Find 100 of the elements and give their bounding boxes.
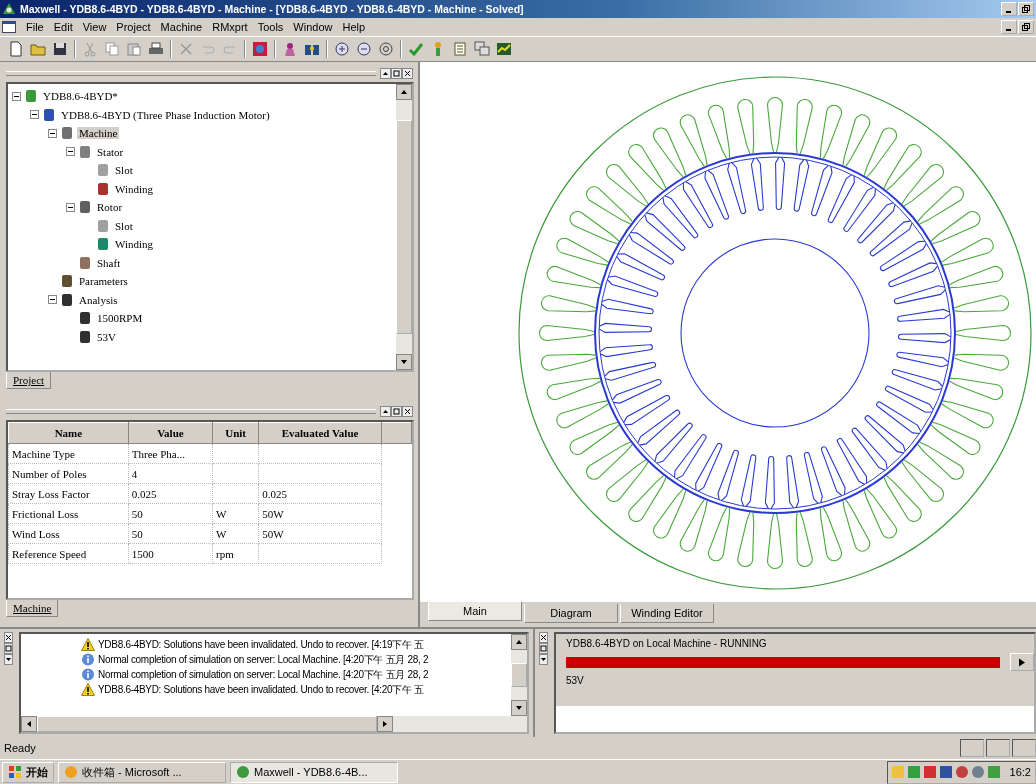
tree-item[interactable]: 53V — [95, 330, 118, 343]
tree-node-icon — [60, 292, 74, 307]
printer-icon[interactable] — [148, 41, 164, 57]
start-button[interactable]: 开始 — [2, 761, 54, 783]
view-tab[interactable]: Winding Editor — [620, 604, 714, 623]
table-cell: 50 — [128, 523, 213, 544]
windows-icon[interactable] — [474, 41, 490, 57]
tree-item[interactable]: Shaft — [95, 256, 123, 269]
tree-item[interactable]: Analysis — [77, 293, 120, 306]
table-cell: Three Pha... — [128, 443, 213, 464]
scroll-thumb[interactable] — [396, 119, 412, 335]
menu-item[interactable]: Project — [116, 21, 151, 33]
play-icon — [1018, 657, 1026, 667]
minimize-button[interactable] — [1001, 2, 1017, 16]
check-icon[interactable] — [408, 41, 424, 57]
table-cell: 1500 — [128, 543, 213, 564]
folder-icon[interactable] — [30, 41, 46, 57]
menu-item[interactable]: File — [26, 21, 44, 33]
project-tab[interactable]: Project — [6, 372, 52, 389]
document-icon[interactable] — [2, 21, 16, 33]
menu-item[interactable]: Tools — [257, 21, 284, 33]
table-cell: 50W — [258, 523, 382, 544]
tree-node-icon — [78, 311, 92, 326]
warning-icon — [81, 683, 95, 696]
zoom-in-icon[interactable] — [334, 41, 350, 57]
menu-item[interactable]: Edit — [53, 21, 73, 33]
restore-button[interactable] — [1018, 2, 1034, 16]
pane-buttons-icon[interactable] — [380, 405, 414, 417]
taskbar-button[interactable]: 收件箱 - Microsoft ... — [58, 761, 226, 783]
menu-item[interactable]: Window — [293, 21, 333, 33]
info-icon — [81, 668, 95, 681]
paste-icon[interactable] — [126, 41, 142, 57]
view-tab[interactable]: Diagram — [524, 604, 618, 623]
menu-item[interactable]: Machine — [160, 21, 203, 33]
collapse-icon[interactable] — [66, 147, 75, 157]
table-cell: Frictional Loss — [8, 503, 129, 524]
scroll-left-button[interactable] — [21, 716, 37, 732]
tree-item[interactable]: YDB8.6-4BYD* — [41, 90, 120, 103]
info-icon — [81, 653, 95, 666]
tree-item[interactable]: Winding — [113, 182, 156, 195]
record-icon[interactable] — [252, 41, 268, 57]
taskbar-button[interactable]: Maxwell - YDB8.6-4B... — [230, 761, 398, 783]
target-icon[interactable] — [378, 41, 394, 57]
new-page-icon[interactable] — [8, 41, 24, 57]
scroll-down-button[interactable] — [511, 700, 527, 716]
pane-buttons-icon[interactable] — [380, 67, 414, 79]
tree-node-icon — [42, 107, 56, 122]
scroll-up-button[interactable] — [396, 84, 412, 100]
scroll-thumb[interactable] — [511, 662, 527, 688]
scroll-down-button[interactable] — [396, 354, 412, 370]
tree-item[interactable]: Rotor — [95, 201, 125, 214]
message-text: Normal completion of simulation on server: Local Machine. [4:20下午 五月 28, 2 — [98, 652, 429, 667]
tree-item[interactable]: Parameters — [77, 275, 130, 288]
column-header[interactable]: Evaluated Value — [258, 422, 382, 444]
menu-item[interactable]: Help — [342, 21, 366, 33]
progress-title: YDB8.6-4BYD on Local Machine - RUNNING — [566, 638, 768, 649]
collapse-icon[interactable] — [12, 91, 21, 101]
tree-item[interactable]: Slot — [113, 164, 135, 177]
menu-item[interactable]: View — [82, 21, 107, 33]
table-cell — [212, 463, 259, 484]
collapse-icon[interactable] — [66, 202, 75, 212]
restore-button[interactable] — [1018, 20, 1034, 34]
table-cell: 4 — [128, 463, 213, 484]
message-text: YDB8.6-4BYD: Solutions have been invalidated. Undo to recover. [4:19下午 五 — [98, 637, 424, 652]
scroll-up-button[interactable] — [511, 634, 527, 650]
tree-item[interactable]: YDB8.6-4BYD (Three Phase Induction Motor) — [59, 108, 272, 121]
tree-item[interactable]: Machine — [77, 127, 120, 140]
view-tab[interactable]: Main — [428, 602, 522, 621]
scroll-right-button[interactable] — [377, 716, 393, 732]
tree-item[interactable]: Stator — [95, 145, 126, 158]
table-cell: 50W — [258, 503, 382, 524]
play-button[interactable] — [1010, 653, 1034, 671]
table-cell: Wind Loss — [8, 523, 129, 544]
tree-node-icon — [60, 126, 74, 141]
minimize-button[interactable] — [1001, 20, 1017, 34]
table-cell — [212, 483, 259, 504]
status-text: Ready — [4, 742, 36, 754]
pane-buttons-icon[interactable] — [539, 632, 548, 666]
warning-icon — [81, 638, 95, 651]
scroll-thumb[interactable] — [37, 716, 377, 732]
zoom-out-icon[interactable] — [356, 41, 372, 57]
menu-item[interactable]: RMxprt — [212, 21, 248, 33]
tree-node-icon — [78, 255, 92, 270]
chart-icon[interactable] — [496, 41, 512, 57]
collapse-icon[interactable] — [30, 110, 39, 120]
table-cell: W — [212, 523, 259, 544]
column-header[interactable]: Value — [128, 422, 213, 444]
windows-logo-icon — [8, 765, 22, 779]
tree-item[interactable]: Slot — [113, 219, 135, 232]
pane-buttons-icon[interactable] — [4, 632, 13, 666]
column-header[interactable]: Unit — [212, 422, 259, 444]
tree-item[interactable]: 1500RPM — [95, 312, 145, 325]
figure-icon[interactable] — [282, 41, 298, 57]
collapse-icon[interactable] — [48, 128, 57, 138]
machine-tab[interactable]: Machine — [6, 600, 59, 617]
collapse-icon[interactable] — [48, 295, 57, 305]
tree-item[interactable]: Winding — [113, 238, 156, 251]
tree-node-icon — [96, 237, 110, 252]
save-icon[interactable] — [52, 41, 68, 57]
column-header[interactable]: Name — [8, 422, 129, 444]
